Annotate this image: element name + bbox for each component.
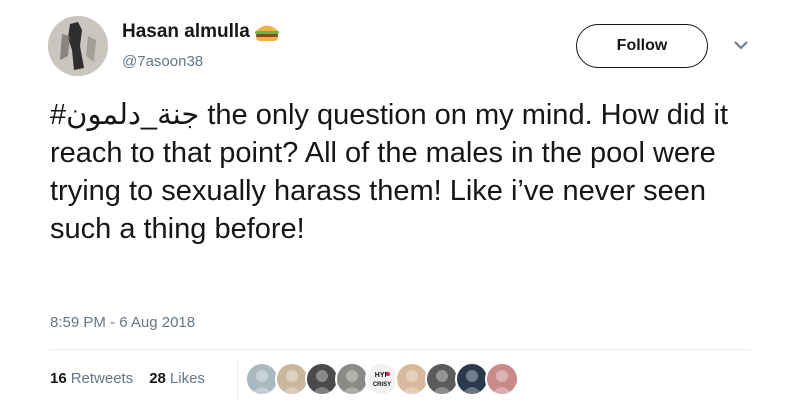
more-options-chevron-icon[interactable]	[732, 38, 750, 52]
likes-label: Likes	[169, 370, 205, 387]
retweets-count: 16	[50, 370, 67, 387]
profile-photo	[48, 16, 108, 76]
burger-emoji-icon	[253, 22, 281, 42]
tweet-text: #جنة_دلمون the only question on my mind.…	[50, 96, 740, 248]
tweet-stats: 16 Retweets 28 Likes	[50, 370, 205, 387]
follow-button[interactable]: Follow	[576, 24, 708, 68]
user-display-name[interactable]: Hasan almulla	[122, 21, 281, 43]
liker-avatar-7[interactable]	[425, 362, 459, 396]
user-handle[interactable]: @7asoon38	[122, 53, 203, 70]
liker-avatars: HYP CRISY	[245, 362, 519, 396]
hashtag-link[interactable]: #جنة_دلمون	[50, 99, 199, 131]
tweet-timestamp[interactable]: 8:59 PM - 6 Aug 2018	[50, 314, 195, 331]
liker-avatar-6[interactable]	[395, 362, 429, 396]
liker-avatar-9[interactable]	[485, 362, 519, 396]
liker-avatar-2[interactable]	[275, 362, 309, 396]
liker-avatar-5[interactable]: HYP CRISY	[365, 362, 399, 396]
stats-separator	[237, 358, 238, 398]
likes-stat[interactable]: 28 Likes	[149, 370, 205, 387]
liker-avatar-3[interactable]	[305, 362, 339, 396]
liker-avatar-1[interactable]	[245, 362, 279, 396]
retweets-label: Retweets	[70, 370, 134, 387]
liker-avatar-4[interactable]	[335, 362, 369, 396]
divider	[50, 349, 750, 350]
liker-badge-bottom: CRISY	[373, 382, 391, 388]
likes-count: 28	[149, 370, 166, 387]
liker-avatar-8[interactable]	[455, 362, 489, 396]
display-name-text[interactable]: Hasan almulla	[122, 21, 250, 43]
retweets-stat[interactable]: 16 Retweets	[50, 370, 133, 387]
profile-avatar[interactable]	[48, 16, 108, 76]
